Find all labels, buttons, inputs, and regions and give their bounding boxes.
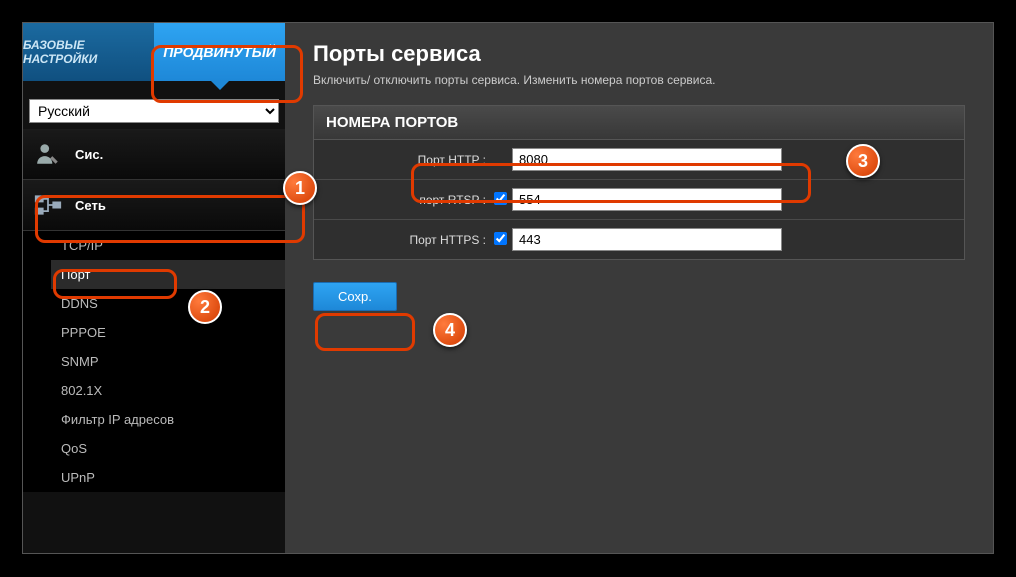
sidebar-item-port[interactable]: Порт xyxy=(51,260,285,289)
sidebar: БАЗОВЫЕ НАСТРОЙКИ ПРОДВИНУТЫЙ Русский Си… xyxy=(23,23,285,553)
page-subtitle: Включить/ отключить порты сервиса. Измен… xyxy=(313,73,965,87)
sidebar-item-upnp[interactable]: UPnP xyxy=(51,463,285,492)
sidebar-item-qos[interactable]: QoS xyxy=(51,434,285,463)
sidebar-cat-system[interactable]: Сис. xyxy=(23,129,285,180)
sidebar-item-tcpip[interactable]: TCP/IP xyxy=(51,231,285,260)
checkbox-rtsp[interactable] xyxy=(494,192,507,205)
row-rtsp: порт RTSP : xyxy=(314,180,964,220)
save-button[interactable]: Сохр. xyxy=(313,282,397,311)
tab-advanced[interactable]: ПРОДВИНУТЫЙ xyxy=(154,23,285,81)
step-marker-3: 3 xyxy=(846,144,880,178)
page-title: Порты сервиса xyxy=(313,41,965,67)
sidebar-item-pppoe[interactable]: PPPOE xyxy=(51,318,285,347)
sidebar-item-8021x[interactable]: 802.1X xyxy=(51,376,285,405)
sidebar-item-snmp[interactable]: SNMP xyxy=(51,347,285,376)
sidebar-item-ipfilter[interactable]: Фильтр IP адресов xyxy=(51,405,285,434)
sidebar-cat-network-label: Сеть xyxy=(75,198,106,213)
checkbox-https[interactable] xyxy=(494,232,507,245)
step-marker-1: 1 xyxy=(283,171,317,205)
sidebar-item-ddns[interactable]: DDNS xyxy=(51,289,285,318)
input-https[interactable] xyxy=(512,228,782,251)
sidebar-cat-network[interactable]: Сеть xyxy=(23,180,285,231)
row-https: Порт HTTPS : xyxy=(314,220,964,259)
main-content: Порты сервиса Включить/ отключить порты … xyxy=(285,23,993,553)
label-rtsp: порт RTSP : xyxy=(324,193,494,207)
top-tabs: БАЗОВЫЕ НАСТРОЙКИ ПРОДВИНУТЫЙ xyxy=(23,23,285,81)
tab-basic[interactable]: БАЗОВЫЕ НАСТРОЙКИ xyxy=(23,23,154,81)
ports-section-title: НОМЕРА ПОРТОВ xyxy=(314,106,964,140)
input-rtsp[interactable] xyxy=(512,188,782,211)
ports-section: НОМЕРА ПОРТОВ Порт HTTP : порт RTSP : По… xyxy=(313,105,965,260)
input-http[interactable] xyxy=(512,148,782,171)
step-marker-4: 4 xyxy=(433,313,467,347)
language-row: Русский xyxy=(23,81,285,129)
label-https: Порт HTTPS : xyxy=(324,233,494,247)
sidebar-cat-system-label: Сис. xyxy=(75,147,103,162)
user-wrench-icon xyxy=(33,139,63,169)
language-select[interactable]: Русский xyxy=(29,99,279,123)
step-marker-2: 2 xyxy=(188,290,222,324)
network-icon xyxy=(33,190,63,220)
network-subitems: TCP/IP Порт DDNS PPPOE SNMP 802.1X Фильт… xyxy=(23,231,285,492)
label-http: Порт HTTP : xyxy=(324,153,494,167)
